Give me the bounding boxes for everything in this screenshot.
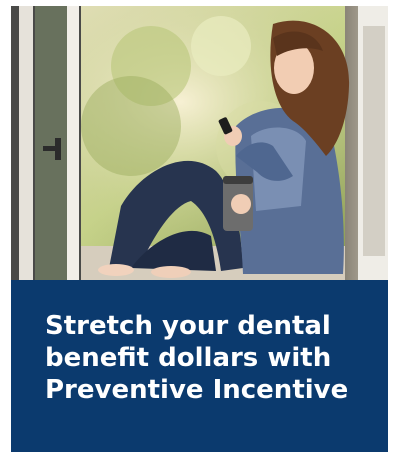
promo-card[interactable]: Stretch your dental benefit dollars with…: [11, 6, 388, 452]
promo-photo: [11, 6, 388, 280]
promo-headline[interactable]: Stretch your dental benefit dollars with…: [45, 310, 375, 406]
headline-line-3: Preventive Incentive: [45, 375, 349, 405]
headline-line-2: benefit dollars with: [45, 343, 332, 373]
headline-line-1: Stretch your dental: [45, 311, 331, 341]
promo-banner: Stretch your dental benefit dollars with…: [11, 280, 388, 452]
